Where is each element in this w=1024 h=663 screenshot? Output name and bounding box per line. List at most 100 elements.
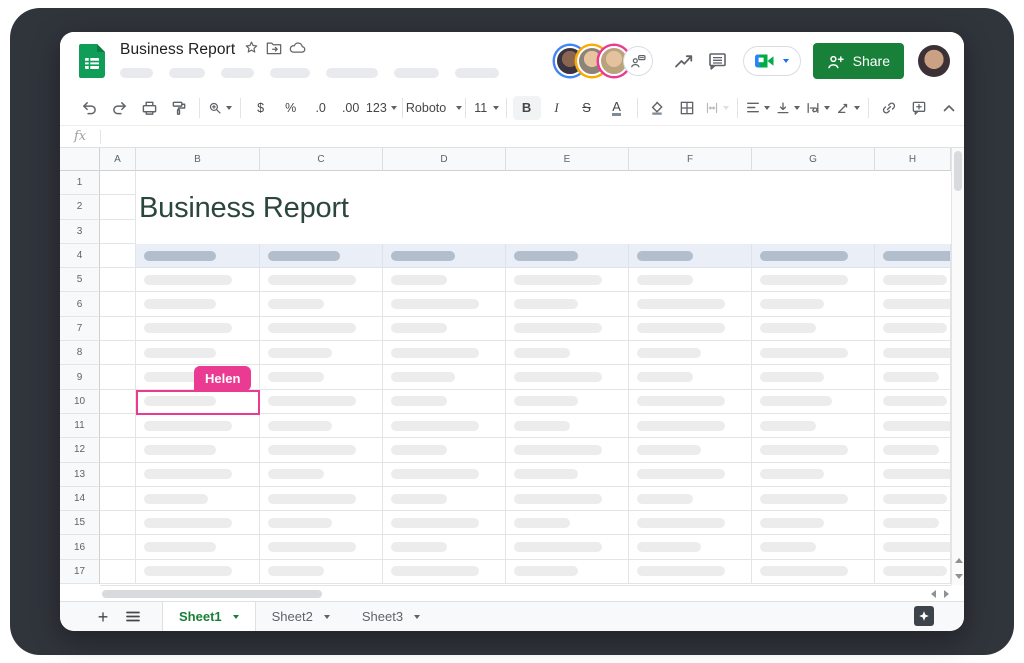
- cell-C6[interactable]: [260, 292, 383, 316]
- add-sheet-button[interactable]: +: [88, 602, 118, 631]
- cell-H17[interactable]: [875, 560, 951, 584]
- cell-C5[interactable]: [260, 268, 383, 292]
- cell-G15[interactable]: [752, 511, 875, 535]
- cell-H6[interactable]: [875, 292, 951, 316]
- cell-C15[interactable]: [260, 511, 383, 535]
- cell-F13[interactable]: [629, 463, 752, 487]
- increase-decimal-button[interactable]: .00: [337, 96, 365, 120]
- tab-sheet1[interactable]: Sheet1: [162, 602, 256, 631]
- cell-C4[interactable]: [260, 244, 383, 268]
- cell-G11[interactable]: [752, 414, 875, 438]
- cell-A12[interactable]: [100, 438, 136, 462]
- cell-A11[interactable]: [100, 414, 136, 438]
- row-header-9[interactable]: 9: [60, 365, 100, 389]
- cell-C7[interactable]: [260, 317, 383, 341]
- font-family-select[interactable]: Roboto: [409, 96, 459, 120]
- font-size-select[interactable]: 11: [472, 96, 500, 120]
- row-header-12[interactable]: 12: [60, 438, 100, 462]
- share-button[interactable]: Share: [813, 43, 904, 79]
- cell-D15[interactable]: [383, 511, 506, 535]
- menu-item-placeholder[interactable]: [270, 68, 310, 78]
- cell-A3[interactable]: [100, 220, 136, 244]
- column-header-G[interactable]: G: [752, 148, 875, 171]
- select-all-corner[interactable]: [60, 148, 100, 171]
- column-header-C[interactable]: C: [260, 148, 383, 171]
- cell-H12[interactable]: [875, 438, 951, 462]
- fill-color-button[interactable]: [643, 96, 671, 120]
- cell-D11[interactable]: [383, 414, 506, 438]
- strikethrough-button[interactable]: S: [573, 96, 601, 120]
- bold-button[interactable]: B: [513, 96, 541, 120]
- cell-D16[interactable]: [383, 535, 506, 559]
- version-activity-icon[interactable]: [667, 44, 701, 78]
- row-header-6[interactable]: 6: [60, 292, 100, 316]
- cell-F15[interactable]: [629, 511, 752, 535]
- cell-D6[interactable]: [383, 292, 506, 316]
- cell-H10[interactable]: [875, 390, 951, 414]
- cell-B13[interactable]: [136, 463, 260, 487]
- cell-D10[interactable]: [383, 390, 506, 414]
- cell-G16[interactable]: [752, 535, 875, 559]
- cell-E7[interactable]: [506, 317, 629, 341]
- cell-A7[interactable]: [100, 317, 136, 341]
- menu-item-placeholder[interactable]: [394, 68, 439, 78]
- text-color-button[interactable]: A: [603, 96, 631, 120]
- horizontal-scrollbar-thumb[interactable]: [102, 590, 322, 598]
- vertical-align-button[interactable]: [774, 96, 802, 120]
- zoom-control[interactable]: [206, 96, 234, 120]
- cell-B7[interactable]: [136, 317, 260, 341]
- cell-E16[interactable]: [506, 535, 629, 559]
- cell-H14[interactable]: [875, 487, 951, 511]
- cell-E8[interactable]: [506, 341, 629, 365]
- cell-E12[interactable]: [506, 438, 629, 462]
- row-header-7[interactable]: 7: [60, 317, 100, 341]
- cell-H5[interactable]: [875, 268, 951, 292]
- cell-E5[interactable]: [506, 268, 629, 292]
- cell-D7[interactable]: [383, 317, 506, 341]
- cell-F6[interactable]: [629, 292, 752, 316]
- cell-H13[interactable]: [875, 463, 951, 487]
- cell-D17[interactable]: [383, 560, 506, 584]
- row-header-14[interactable]: 14: [60, 487, 100, 511]
- cell-F7[interactable]: [629, 317, 752, 341]
- cell-G6[interactable]: [752, 292, 875, 316]
- decrease-decimal-button[interactable]: .0: [307, 96, 335, 120]
- cell-G4[interactable]: [752, 244, 875, 268]
- column-header-A[interactable]: A: [100, 148, 136, 171]
- follow-presenter-button[interactable]: [623, 46, 653, 76]
- explore-button[interactable]: [914, 606, 934, 626]
- cell-F12[interactable]: [629, 438, 752, 462]
- row-header-2[interactable]: 2: [60, 195, 100, 219]
- cell-C14[interactable]: [260, 487, 383, 511]
- meet-join-button[interactable]: [743, 46, 801, 76]
- vertical-scrollbar[interactable]: [951, 148, 964, 585]
- cell-G8[interactable]: [752, 341, 875, 365]
- scroll-up-button[interactable]: [952, 553, 964, 567]
- cell-B10[interactable]: [136, 390, 260, 414]
- italic-button[interactable]: I: [543, 96, 571, 120]
- menu-item-placeholder[interactable]: [120, 68, 153, 78]
- vertical-scrollbar-thumb[interactable]: [954, 151, 962, 191]
- borders-button[interactable]: [673, 96, 701, 120]
- cell-A15[interactable]: [100, 511, 136, 535]
- cloud-saved-icon[interactable]: [289, 41, 306, 59]
- cell-H9[interactable]: [875, 365, 951, 389]
- cell-G13[interactable]: [752, 463, 875, 487]
- cell-A8[interactable]: [100, 341, 136, 365]
- cell-A5[interactable]: [100, 268, 136, 292]
- cell-H11[interactable]: [875, 414, 951, 438]
- row-header-4[interactable]: 4: [60, 244, 100, 268]
- cell-G17[interactable]: [752, 560, 875, 584]
- tab-sheet2[interactable]: Sheet2: [256, 602, 346, 631]
- cell-B16[interactable]: [136, 535, 260, 559]
- cell-B6[interactable]: [136, 292, 260, 316]
- cell-B12[interactable]: [136, 438, 260, 462]
- row-header-1[interactable]: 1: [60, 171, 100, 195]
- cell-F4[interactable]: [629, 244, 752, 268]
- tab-sheet3[interactable]: Sheet3: [346, 602, 436, 631]
- cell-D8[interactable]: [383, 341, 506, 365]
- undo-button[interactable]: [75, 96, 103, 120]
- cell-G5[interactable]: [752, 268, 875, 292]
- google-sheets-icon[interactable]: [79, 44, 105, 83]
- scroll-right-button[interactable]: [944, 590, 949, 598]
